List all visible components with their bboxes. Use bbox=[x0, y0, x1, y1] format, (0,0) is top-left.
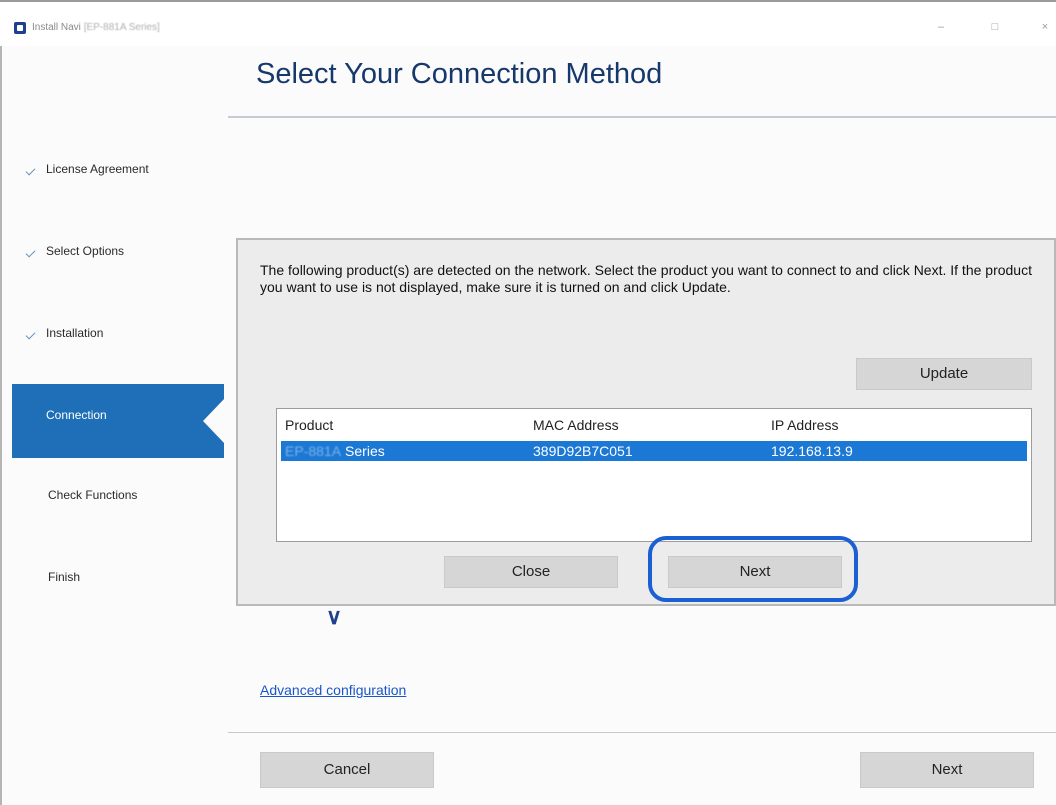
footer-divider bbox=[228, 732, 1056, 733]
product-series: Series bbox=[345, 443, 385, 459]
ip-address-cell: 192.168.13.9 bbox=[771, 443, 853, 459]
list-header: Product MAC Address IP Address bbox=[277, 409, 1031, 437]
column-header-ip[interactable]: IP Address bbox=[771, 417, 838, 433]
product-name: EP-881A Series bbox=[285, 443, 385, 459]
step-label: Finish bbox=[48, 570, 81, 584]
close-button[interactable]: Close bbox=[444, 556, 618, 588]
step-connection-current: Connection bbox=[12, 384, 225, 458]
step-label: Select Options bbox=[46, 244, 125, 258]
step-check-functions: Check Functions bbox=[12, 488, 224, 560]
checkmark-icon bbox=[25, 247, 36, 258]
column-header-mac[interactable]: MAC Address bbox=[533, 417, 619, 433]
product-list[interactable]: Product MAC Address IP Address EP-881A Se… bbox=[276, 408, 1032, 542]
mac-address-cell: 389D92B7C051 bbox=[533, 443, 633, 459]
current-step-pointer bbox=[203, 398, 225, 444]
window-title: Install Navi [EP-881A Series] bbox=[32, 22, 160, 33]
window-title-prefix: Install Navi bbox=[32, 22, 81, 33]
column-header-product[interactable]: Product bbox=[285, 417, 333, 433]
step-label: Check Functions bbox=[48, 488, 138, 502]
app-icon bbox=[14, 22, 26, 34]
checkmark-icon bbox=[25, 329, 36, 340]
dialog-message: The following product(s) are detected on… bbox=[260, 262, 1032, 295]
arrow-down-icon: ∨ bbox=[326, 604, 343, 629]
step-select-options: Select Options bbox=[12, 244, 224, 316]
product-detection-dialog: The following product(s) are detected on… bbox=[236, 238, 1056, 606]
update-button[interactable]: Update bbox=[856, 358, 1032, 390]
product-row-selected[interactable]: EP-881A Series 389D92B7C051 192.168.13.9 bbox=[281, 441, 1027, 461]
maximize-icon[interactable]: □ bbox=[986, 20, 1004, 34]
dialog-next-button[interactable]: Next bbox=[668, 556, 842, 588]
page-title: Select Your Connection Method bbox=[256, 58, 663, 90]
next-button[interactable]: Next bbox=[860, 752, 1034, 788]
window-titlebar: Install Navi [EP-881A Series] – □ × bbox=[0, 0, 1056, 46]
cancel-button[interactable]: Cancel bbox=[260, 752, 434, 788]
step-label: Connection bbox=[46, 408, 107, 422]
step-finish: Finish bbox=[12, 570, 224, 642]
advanced-configuration-link[interactable]: Advanced configuration bbox=[260, 682, 406, 698]
step-label: Installation bbox=[46, 326, 104, 340]
close-icon[interactable]: × bbox=[1036, 20, 1054, 34]
minimize-icon[interactable]: – bbox=[932, 20, 950, 34]
step-license-agreement: License Agreement bbox=[12, 162, 224, 234]
window-title-model: [EP-881A Series] bbox=[83, 22, 160, 33]
checkmark-icon bbox=[25, 165, 36, 176]
window-border bbox=[0, 46, 2, 805]
title-divider bbox=[228, 116, 1056, 118]
product-model: EP-881A bbox=[285, 443, 342, 459]
step-label: License Agreement bbox=[46, 162, 149, 176]
